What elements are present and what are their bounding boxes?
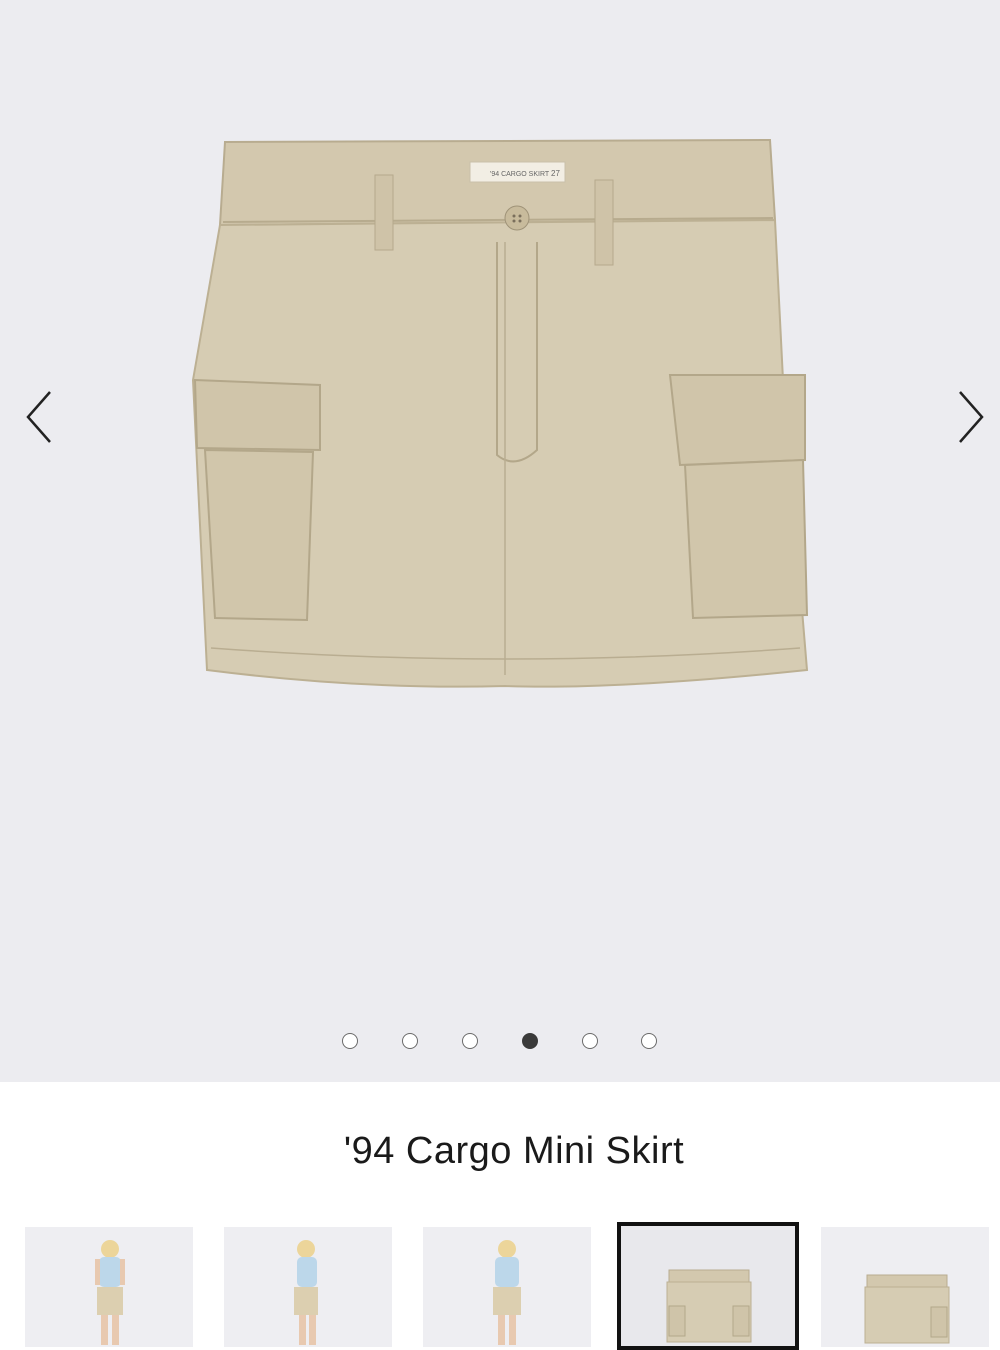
carousel-prev-button[interactable]: [20, 382, 60, 452]
carousel-dot-active[interactable]: [522, 1033, 538, 1049]
carousel-dot[interactable]: [342, 1033, 358, 1049]
product-image-carousel[interactable]: '94 CARGO SKIRT 27: [0, 0, 1000, 1082]
thumbnail-flat-back[interactable]: [821, 1227, 989, 1347]
carousel-pagination: [340, 1033, 670, 1053]
carousel-dot[interactable]: [462, 1033, 478, 1049]
carousel-next-button[interactable]: [950, 382, 990, 452]
garment-size-text: 27: [551, 169, 560, 178]
carousel-dot[interactable]: [582, 1033, 598, 1049]
product-image: '94 CARGO SKIRT 27: [191, 138, 809, 688]
thumbnail-model-back[interactable]: [423, 1227, 591, 1347]
carousel-dot[interactable]: [402, 1033, 418, 1049]
chevron-left-icon: [26, 391, 51, 443]
thumbnail-strip: [0, 1222, 1000, 1350]
product-title: '94 Cargo Mini Skirt: [343, 1130, 685, 1172]
chevron-right-icon: [959, 391, 984, 443]
thumbnail-flat-front[interactable]: [617, 1222, 799, 1350]
thumbnail-model-front[interactable]: [25, 1227, 193, 1347]
carousel-dot[interactable]: [641, 1033, 657, 1049]
garment-label-text: '94 CARGO SKIRT: [490, 171, 550, 178]
thumbnail-model-side[interactable]: [224, 1227, 392, 1347]
